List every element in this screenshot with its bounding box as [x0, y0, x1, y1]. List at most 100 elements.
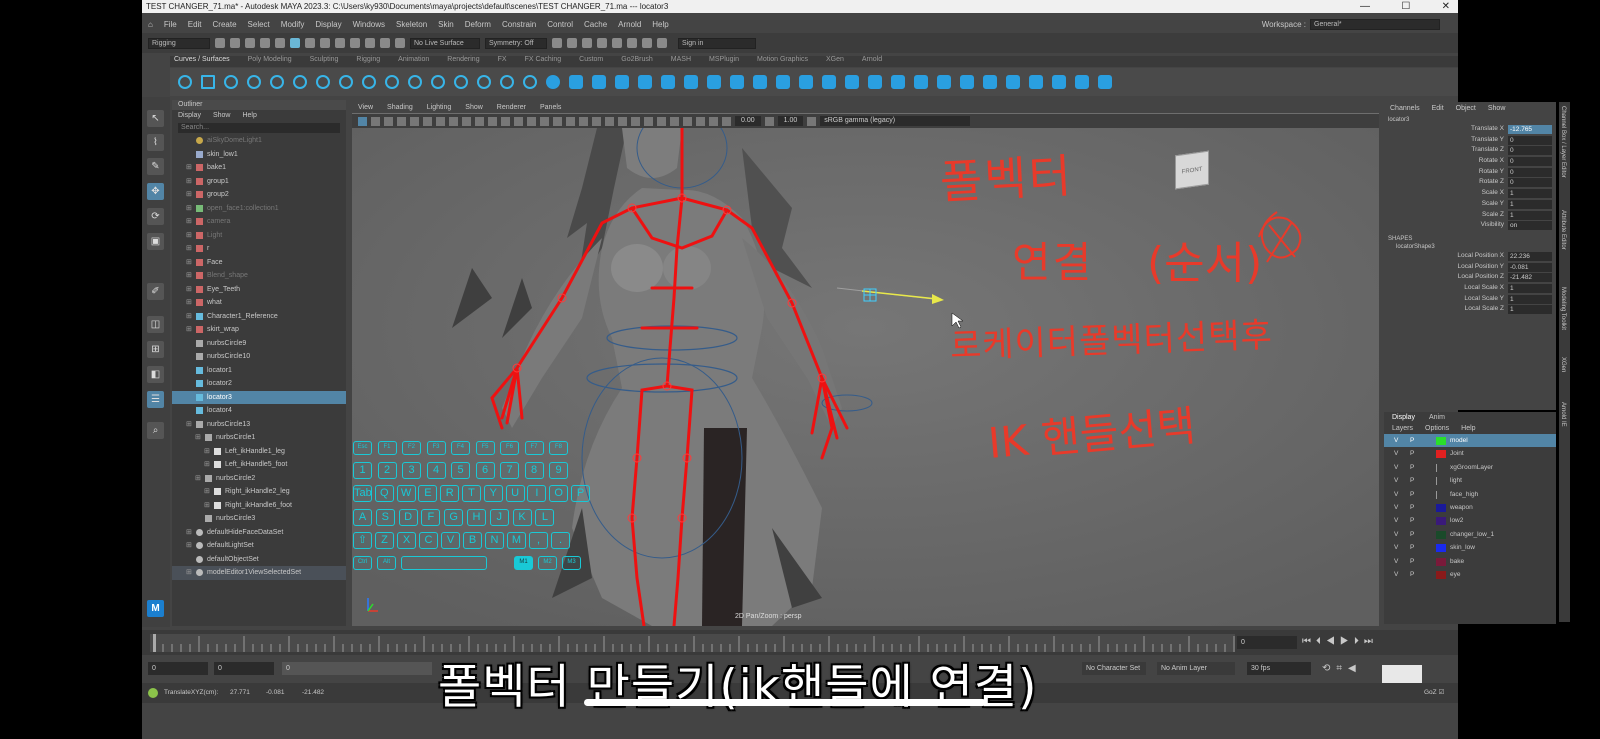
- pencil-curve-icon[interactable]: [270, 75, 284, 89]
- hypershade-icon[interactable]: [612, 38, 622, 48]
- gate-mask-icon[interactable]: [475, 116, 484, 126]
- expand-icon[interactable]: ⊞: [186, 418, 192, 432]
- viewport-menu-shading[interactable]: Shading: [387, 102, 413, 113]
- playback-controls-icon[interactable]: ⏮⏴◀▶⏵⏭: [1302, 636, 1378, 647]
- 2d-pan-zoom-icon[interactable]: [410, 116, 419, 126]
- safe-title-icon[interactable]: [514, 116, 523, 126]
- shelf-tab-mash[interactable]: MASH: [671, 56, 691, 67]
- cv-curve-icon[interactable]: [224, 75, 238, 89]
- lasso-tool-icon[interactable]: ⌇: [147, 134, 164, 151]
- anti-aliasing-icon[interactable]: [644, 116, 653, 126]
- channel-row[interactable]: Rotate Y 0: [1384, 167, 1556, 179]
- channel-menu-show[interactable]: Show: [1488, 105, 1506, 112]
- menu-control[interactable]: Control: [547, 20, 573, 29]
- maximize-button[interactable]: ☐: [1401, 0, 1410, 13]
- outliner-row[interactable]: ⊞ Blend_shape: [172, 269, 346, 283]
- expand-icon[interactable]: ⊞: [186, 539, 192, 553]
- layer-visibility-toggle[interactable]: V: [1394, 541, 1398, 554]
- isolate-select-icon[interactable]: [670, 116, 679, 126]
- outliner-row[interactable]: locator2: [172, 377, 346, 391]
- viewcube[interactable]: FRONT: [1175, 150, 1211, 190]
- detach-surfaces-icon[interactable]: [983, 75, 997, 89]
- channel-menu-edit[interactable]: Edit: [1432, 105, 1444, 112]
- shelf-tab-custom[interactable]: Custom: [579, 56, 603, 67]
- expand-icon[interactable]: ⊞: [186, 526, 192, 540]
- channel-row[interactable]: Local Scale X 1: [1384, 283, 1556, 295]
- layer-playback-toggle[interactable]: P: [1410, 488, 1414, 501]
- expand-icon[interactable]: ⊞: [204, 445, 210, 459]
- exposure-icon[interactable]: [722, 116, 731, 126]
- expand-icon[interactable]: ⊞: [195, 472, 201, 486]
- outliner-row[interactable]: ⊞ nurbsCircle1: [172, 431, 346, 445]
- channel-value-field[interactable]: 1: [1508, 294, 1552, 304]
- outliner-row[interactable]: ⊞ Eye_Teeth: [172, 283, 346, 297]
- layer-row[interactable]: V P Joint: [1384, 447, 1556, 460]
- channel-row[interactable]: Visibility on: [1384, 221, 1556, 232]
- nurbs-cube-icon[interactable]: [569, 75, 583, 89]
- shelf-tab-xgen[interactable]: XGen: [826, 56, 844, 67]
- layer-menu-help[interactable]: Help: [1461, 425, 1475, 432]
- outliner-row[interactable]: ⊞ what: [172, 296, 346, 310]
- expand-icon[interactable]: ⊞: [186, 188, 192, 202]
- live-surface-select[interactable]: No Live Surface: [410, 37, 480, 49]
- menu-edit[interactable]: Edit: [188, 20, 202, 29]
- menu-deform[interactable]: Deform: [465, 20, 491, 29]
- image-plane-icon[interactable]: [397, 116, 406, 126]
- detach-curves-icon[interactable]: [362, 75, 376, 89]
- expand-icon[interactable]: ⊞: [204, 458, 210, 472]
- layer-row[interactable]: V Pbake: [1384, 555, 1556, 568]
- last-tool-icon[interactable]: ✐: [147, 283, 164, 300]
- attach-surfaces-icon[interactable]: [960, 75, 974, 89]
- intersect-surfaces-icon[interactable]: [891, 75, 905, 89]
- symmetry-select[interactable]: Symmetry: Off: [485, 37, 547, 49]
- gamma-field[interactable]: 1.00: [777, 116, 804, 126]
- channel-value-field[interactable]: 0: [1508, 178, 1552, 188]
- bezier-anchor-icon[interactable]: [523, 75, 537, 89]
- expand-icon[interactable]: ⊞: [186, 161, 192, 175]
- outliner-row[interactable]: ⊞ defaultLightSet: [172, 539, 346, 553]
- channel-row[interactable]: Local Position X 22.236: [1384, 251, 1556, 263]
- shelf-tab-fx-caching[interactable]: FX Caching: [525, 56, 562, 67]
- xray-icon[interactable]: [683, 116, 692, 126]
- nurbs-square-icon[interactable]: [201, 75, 215, 89]
- open-close-surfaces-icon[interactable]: [1006, 75, 1020, 89]
- viewport-menu-show[interactable]: Show: [465, 102, 483, 113]
- anim-layer-select[interactable]: No Anim Layer: [1157, 662, 1235, 675]
- layout-outliner-icon[interactable]: ☰: [147, 391, 164, 408]
- layer-playback-toggle[interactable]: P: [1410, 474, 1414, 487]
- rebuild-surface-icon[interactable]: [1075, 75, 1089, 89]
- expand-icon[interactable]: ⊞: [186, 229, 192, 243]
- layer-menu-options[interactable]: Options: [1425, 425, 1449, 432]
- insert-knot-icon[interactable]: [385, 75, 399, 89]
- layer-playback-toggle[interactable]: P: [1410, 528, 1414, 541]
- layer-visibility-toggle[interactable]: V: [1394, 501, 1398, 514]
- channel-menu-object[interactable]: Object: [1456, 105, 1476, 112]
- ipr-render-icon[interactable]: [582, 38, 592, 48]
- layer-row[interactable]: V PxgGroomLayer: [1384, 461, 1556, 474]
- channel-row[interactable]: Scale X 1: [1384, 189, 1556, 200]
- render-view-icon[interactable]: [627, 38, 637, 48]
- layer-playback-toggle[interactable]: P: [1410, 514, 1414, 527]
- side-tab-4[interactable]: Arnold IE: [1560, 402, 1566, 427]
- menu-cache[interactable]: Cache: [584, 20, 607, 29]
- outliner-row[interactable]: ⊞ skirt_wrap: [172, 323, 346, 337]
- outliner-row[interactable]: nurbsCircle3: [172, 512, 346, 526]
- channel-row[interactable]: Rotate X 0: [1384, 157, 1556, 168]
- outliner-row[interactable]: ⊞ nurbsCircle2: [172, 472, 346, 486]
- outliner-row[interactable]: aiSkyDomeLight1: [172, 134, 346, 148]
- outliner-row[interactable]: ⊞ Left_ikHandle5_foot: [172, 458, 346, 472]
- outliner-row[interactable]: ⊞ Left_ikHandle1_leg: [172, 445, 346, 459]
- channel-value-field[interactable]: 1: [1508, 305, 1552, 315]
- menuset-select[interactable]: Rigging: [148, 37, 210, 49]
- viewport-menu-renderer[interactable]: Renderer: [497, 102, 526, 113]
- channel-value-field[interactable]: 0: [1508, 167, 1552, 177]
- layer-playback-toggle[interactable]: P: [1410, 568, 1414, 581]
- layer-color-swatch[interactable]: [1436, 517, 1446, 526]
- channel-value-field[interactable]: 1: [1508, 210, 1552, 220]
- range-bar[interactable]: 0: [282, 662, 432, 675]
- channel-box-object-name[interactable]: locator3: [1384, 115, 1556, 125]
- layer-visibility-toggle[interactable]: V: [1394, 434, 1398, 447]
- channel-row[interactable]: Scale Z 1: [1384, 210, 1556, 222]
- viewport-menu-view[interactable]: View: [358, 102, 373, 113]
- save-scene-icon[interactable]: [245, 38, 255, 48]
